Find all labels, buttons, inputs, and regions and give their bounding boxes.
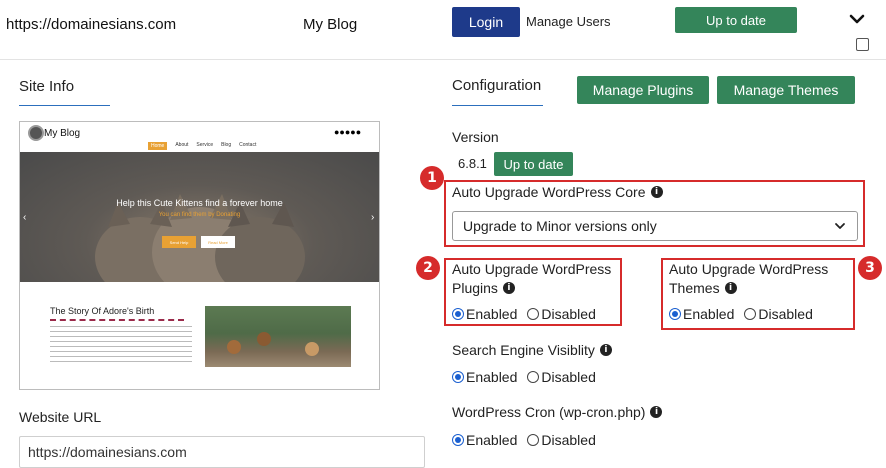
- plugins-disabled-label: Disabled: [541, 306, 596, 322]
- wp-cron-radio-group: Enabled Disabled: [452, 432, 596, 448]
- configuration-title: Configuration: [452, 77, 542, 94]
- preview-social-icons: ●●●●●: [334, 127, 362, 137]
- plugins-upgrade-label-line1: Auto Upgrade WordPress: [452, 261, 612, 277]
- preview-prev-arrow-icon: ‹: [23, 212, 27, 223]
- wp-cron-disabled-label: Disabled: [541, 432, 596, 448]
- search-engine-disabled-radio[interactable]: [527, 371, 540, 383]
- preview-nav-item: Service: [196, 142, 214, 148]
- preview-hero-button: Read More: [201, 236, 235, 248]
- search-engine-enabled-label: Enabled: [466, 369, 518, 385]
- themes-upgrade-label-line1: Auto Upgrade WordPress: [669, 261, 829, 277]
- preview-story-divider: [50, 319, 184, 321]
- search-engine-enabled-radio[interactable]: [452, 371, 464, 383]
- manage-plugins-button[interactable]: Manage Plugins: [577, 76, 709, 104]
- info-icon[interactable]: i: [650, 186, 663, 199]
- preview-nav-item: About: [175, 142, 189, 148]
- themes-upgrade-label: Auto Upgrade WordPress Themes i: [669, 260, 828, 298]
- themes-enabled-label: Enabled: [683, 306, 735, 322]
- search-engine-disabled-label: Disabled: [541, 369, 596, 385]
- info-icon[interactable]: i: [724, 282, 737, 295]
- dog-shape: [257, 332, 271, 346]
- blog-name: My Blog: [303, 16, 358, 33]
- manage-themes-button[interactable]: Manage Themes: [717, 76, 855, 104]
- preview-next-arrow-icon: ›: [371, 212, 375, 223]
- preview-nav-item: Contact: [239, 142, 257, 148]
- manage-users-link[interactable]: Manage Users: [526, 14, 611, 29]
- preview-nav-item: Home: [148, 142, 168, 150]
- preview-site-title: My Blog: [44, 128, 81, 139]
- website-url-label: Website URL: [19, 409, 102, 425]
- preview-story-text: [50, 326, 192, 362]
- preview-hero-button: Send Help: [162, 236, 196, 248]
- wp-cron-enabled-radio[interactable]: [452, 434, 464, 446]
- dog-shape: [227, 340, 241, 354]
- chevron-down-icon[interactable]: [848, 10, 866, 28]
- version-status-button[interactable]: Up to date: [494, 152, 573, 176]
- search-engine-label: Search Engine Visiblity i: [452, 342, 612, 358]
- preview-hero-subheading: You can find them by Donating: [158, 212, 241, 218]
- themes-disabled-radio[interactable]: [744, 308, 757, 320]
- preview-dogs-image: [205, 306, 351, 367]
- themes-enabled-radio[interactable]: [669, 308, 681, 320]
- plugins-disabled-radio[interactable]: [527, 308, 540, 320]
- search-engine-radio-group: Enabled Disabled: [452, 369, 596, 385]
- wp-cron-enabled-label: Enabled: [466, 432, 518, 448]
- website-url-input[interactable]: [19, 436, 425, 468]
- callout-badge-1: 1: [420, 166, 444, 190]
- callout-badge-3: 3: [858, 256, 882, 280]
- version-value: 6.8.1: [458, 156, 487, 171]
- themes-upgrade-radio-group: Enabled Disabled: [669, 306, 813, 322]
- preview-nav: Home About Service Blog Contact: [148, 142, 256, 150]
- chevron-down-icon: [833, 219, 847, 233]
- version-label: Version: [452, 129, 499, 145]
- plugins-enabled-label: Enabled: [466, 306, 518, 322]
- plugins-upgrade-label: Auto Upgrade WordPress Plugins i: [452, 260, 611, 298]
- status-up-to-date-button[interactable]: Up to date: [675, 7, 797, 33]
- plugins-upgrade-label-line2: Plugins: [452, 280, 498, 296]
- core-upgrade-select[interactable]: Upgrade to Minor versions only: [452, 211, 858, 241]
- wp-cron-label-text: WordPress Cron (wp-cron.php): [452, 404, 646, 420]
- select-installation-checkbox[interactable]: [856, 38, 869, 51]
- configuration-underline: [452, 105, 543, 106]
- search-engine-label-text: Search Engine Visiblity: [452, 342, 595, 358]
- preview-logo: [28, 125, 44, 141]
- plugins-enabled-radio[interactable]: [452, 308, 464, 320]
- core-upgrade-selected-value: Upgrade to Minor versions only: [463, 218, 657, 234]
- wp-cron-disabled-radio[interactable]: [527, 434, 540, 446]
- core-upgrade-label: Auto Upgrade WordPress Core i: [452, 184, 663, 200]
- info-icon[interactable]: i: [599, 344, 612, 357]
- themes-disabled-label: Disabled: [758, 306, 813, 322]
- site-info-underline: [19, 105, 110, 106]
- info-icon[interactable]: i: [650, 406, 663, 419]
- wp-cron-label: WordPress Cron (wp-cron.php) i: [452, 404, 663, 420]
- preview-story-title: The Story Of Adore's Birth: [50, 306, 155, 316]
- site-url: https://domainesians.com: [6, 16, 177, 33]
- site-info-title: Site Info: [19, 78, 75, 95]
- info-icon[interactable]: i: [502, 282, 515, 295]
- site-preview-thumbnail[interactable]: My Blog ●●●●● Home About Service Blog Co…: [19, 121, 380, 390]
- preview-hero-heading: Help this Cute Kittens find a forever ho…: [116, 198, 283, 208]
- plugins-upgrade-radio-group: Enabled Disabled: [452, 306, 596, 322]
- login-button[interactable]: Login: [452, 7, 520, 37]
- preview-nav-item: Blog: [221, 142, 232, 148]
- themes-upgrade-label-line2: Themes: [669, 280, 720, 296]
- callout-badge-2: 2: [416, 256, 440, 280]
- core-upgrade-label-text: Auto Upgrade WordPress Core: [452, 184, 646, 200]
- dog-shape: [305, 342, 319, 356]
